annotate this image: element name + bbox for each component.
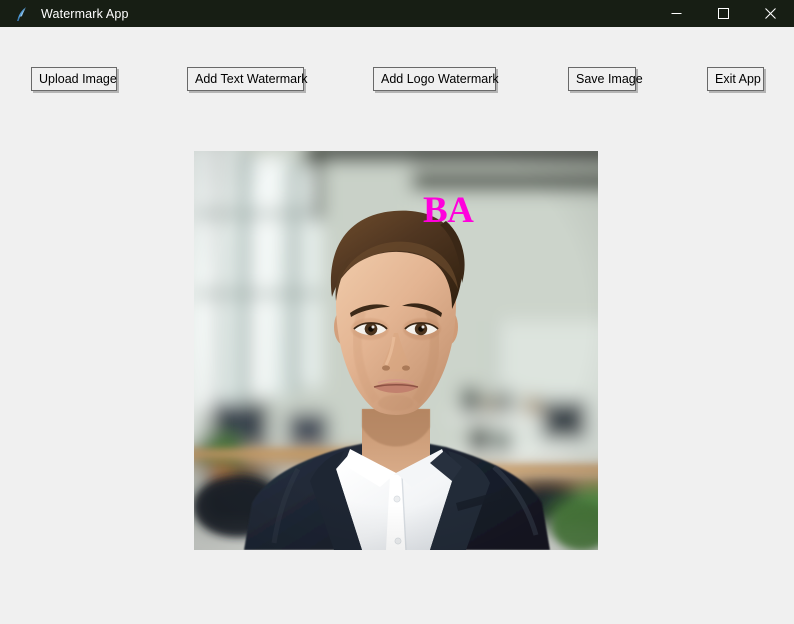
add-logo-watermark-button[interactable]: Add Logo Watermark: [373, 67, 499, 91]
window-title: Watermark App: [41, 6, 129, 21]
upload-image-button[interactable]: Upload Image: [31, 67, 117, 91]
maximize-button[interactable]: [700, 0, 747, 27]
save-image-button[interactable]: Save Image: [568, 67, 643, 91]
toolbar: Upload Image Add Text Watermark Add Logo…: [0, 27, 794, 91]
image-preview-canvas[interactable]: BA: [194, 151, 598, 550]
preview-photo: [194, 151, 598, 550]
close-button[interactable]: [747, 0, 794, 27]
add-text-watermark-button[interactable]: Add Text Watermark: [187, 67, 308, 91]
window-controls: [653, 0, 794, 27]
title-bar: Watermark App: [0, 0, 794, 27]
feather-quill-icon: [13, 5, 31, 23]
app-window: Watermark App Upload Image Add Text Wate…: [0, 0, 794, 624]
exit-app-button[interactable]: Exit App: [707, 67, 764, 91]
minimize-button[interactable]: [653, 0, 700, 27]
